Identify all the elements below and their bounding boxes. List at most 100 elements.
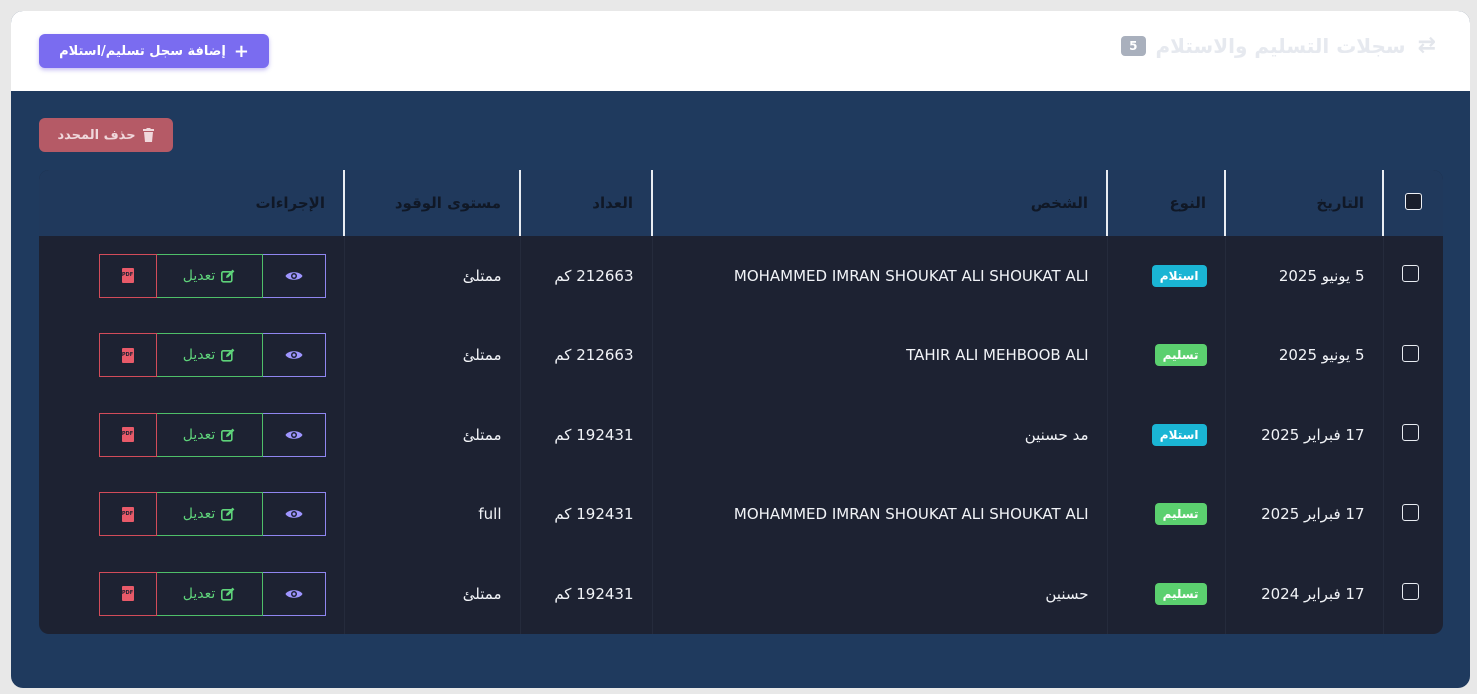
edit-label: تعديل bbox=[182, 267, 216, 284]
edit-icon bbox=[221, 269, 235, 283]
delete-selected-button[interactable]: حذف المحدد bbox=[39, 118, 173, 152]
page-title-text: سجلات التسليم والاستلام bbox=[1155, 33, 1406, 58]
column-fuel: مستوى الوقود bbox=[343, 170, 520, 236]
row-odometer: 192431 كم bbox=[519, 395, 652, 475]
add-record-button[interactable]: + إضافة سجل تسليم/استلام bbox=[39, 34, 269, 68]
pdf-icon: PDF bbox=[121, 427, 134, 443]
row-checkbox[interactable] bbox=[1401, 424, 1419, 442]
row-select-cell bbox=[1382, 554, 1443, 634]
row-fuel: ممتلئ bbox=[343, 236, 520, 316]
edit-button[interactable]: تعديل bbox=[156, 492, 263, 537]
actions-group: PDF تعديل bbox=[39, 412, 326, 457]
edit-icon bbox=[221, 587, 235, 601]
row-actions: PDF تعديل bbox=[39, 316, 344, 396]
row-date: 5 يونيو 2025 bbox=[1224, 315, 1383, 395]
column-actions: الإجراءات bbox=[255, 194, 325, 212]
view-button[interactable] bbox=[262, 333, 326, 378]
delete-selected-label: حذف المحدد bbox=[57, 127, 136, 143]
row-type-cell: استلام bbox=[1106, 395, 1225, 475]
edit-label: تعديل bbox=[182, 426, 216, 443]
pdf-button[interactable]: PDF bbox=[98, 333, 157, 378]
actions-group: PDF تعديل bbox=[39, 333, 326, 378]
row-date: 17 فبراير 2024 bbox=[1224, 554, 1383, 634]
row-person: MOHAMMED IMRAN SHOUKAT ALI SHOUKAT ALI bbox=[651, 236, 1107, 316]
column-type: النوع bbox=[1106, 170, 1225, 236]
view-button[interactable] bbox=[262, 571, 326, 616]
row-fuel: ممتلئ bbox=[343, 315, 520, 395]
edit-icon bbox=[221, 348, 235, 362]
eye-icon bbox=[285, 431, 302, 439]
card-header: ⇄ سجلات التسليم والاستلام 5 + إضافة سجل … bbox=[11, 11, 1470, 91]
row-fuel: full bbox=[343, 474, 520, 554]
type-badge: تسليم bbox=[1154, 503, 1207, 526]
row-checkbox[interactable] bbox=[1401, 583, 1419, 601]
row-checkbox[interactable] bbox=[1401, 503, 1419, 521]
row-select-cell bbox=[1382, 315, 1443, 395]
eye-icon bbox=[285, 272, 302, 280]
records-card: ⇄ سجلات التسليم والاستلام 5 + إضافة سجل … bbox=[11, 11, 1470, 688]
row-date: 17 فبراير 2025 bbox=[1224, 474, 1383, 554]
type-badge: تسليم bbox=[1154, 344, 1207, 367]
type-badge: استلام bbox=[1151, 264, 1207, 287]
row-checkbox[interactable] bbox=[1401, 265, 1419, 283]
pdf-icon: PDF bbox=[121, 506, 134, 522]
row-person: TAHIR ALI MEHBOOB ALI bbox=[651, 315, 1107, 395]
add-record-label: إضافة سجل تسليم/استلام bbox=[59, 43, 226, 59]
edit-button[interactable]: تعديل bbox=[156, 333, 263, 378]
row-select-cell bbox=[1382, 395, 1443, 475]
actions-group: PDF تعديل bbox=[39, 492, 326, 537]
column-odometer: العداد bbox=[519, 170, 652, 236]
records-table: التاريخ النوع الشخص العداد مستوى الوقود … bbox=[39, 170, 1443, 634]
pdf-icon: PDF bbox=[121, 586, 134, 602]
row-actions: PDF تعديل bbox=[39, 236, 344, 316]
pdf-button[interactable]: PDF bbox=[98, 492, 157, 537]
type-badge: استلام bbox=[1151, 423, 1207, 446]
view-button[interactable] bbox=[262, 412, 326, 457]
column-date: التاريخ bbox=[1224, 170, 1383, 236]
table-header-row: التاريخ النوع الشخص العداد مستوى الوقود … bbox=[39, 170, 1443, 236]
eye-icon bbox=[285, 351, 302, 359]
row-odometer: 212663 كم bbox=[519, 315, 652, 395]
trash-icon bbox=[142, 128, 154, 142]
row-actions: PDF تعديل bbox=[39, 475, 344, 555]
row-odometer: 212663 كم bbox=[519, 236, 652, 316]
row-person: مد حسنين bbox=[651, 395, 1107, 475]
pdf-button[interactable]: PDF bbox=[98, 571, 157, 616]
row-date: 17 فبراير 2025 bbox=[1224, 395, 1383, 475]
table-row: 17 فبراير 2025 استلام مد حسنين 192431 كم… bbox=[39, 395, 1443, 475]
row-type-cell: تسليم bbox=[1106, 474, 1225, 554]
column-person: الشخص bbox=[651, 170, 1107, 236]
table-row: 5 يونيو 2025 استلام MOHAMMED IMRAN SHOUK… bbox=[39, 236, 1443, 316]
actions-group: PDF تعديل bbox=[39, 571, 326, 616]
actions-group: PDF تعديل bbox=[39, 253, 326, 298]
edit-button[interactable]: تعديل bbox=[156, 253, 263, 298]
view-button[interactable] bbox=[262, 492, 326, 537]
row-type-cell: استلام bbox=[1106, 236, 1225, 316]
table-row: 17 فبراير 2025 تسليم MOHAMMED IMRAN SHOU… bbox=[39, 474, 1443, 555]
row-checkbox[interactable] bbox=[1401, 344, 1419, 362]
row-person: حسنين bbox=[651, 554, 1107, 634]
select-all-checkbox[interactable] bbox=[1405, 192, 1422, 210]
row-fuel: ممتلئ bbox=[343, 554, 520, 634]
row-odometer: 192431 كم bbox=[519, 474, 652, 554]
edit-button[interactable]: تعديل bbox=[156, 571, 263, 616]
row-odometer: 192431 كم bbox=[519, 554, 652, 634]
row-person: MOHAMMED IMRAN SHOUKAT ALI SHOUKAT ALI bbox=[651, 474, 1107, 554]
table-row: 5 يونيو 2025 تسليم TAHIR ALI MEHBOOB ALI… bbox=[39, 315, 1443, 396]
edit-label: تعديل bbox=[182, 585, 216, 602]
eye-icon bbox=[285, 510, 302, 518]
row-select-cell bbox=[1382, 236, 1443, 316]
row-actions: PDF تعديل bbox=[39, 395, 344, 475]
edit-label: تعديل bbox=[182, 347, 216, 364]
pdf-button[interactable]: PDF bbox=[98, 253, 157, 298]
plus-icon: + bbox=[233, 40, 249, 62]
row-select-cell bbox=[1382, 474, 1443, 554]
edit-button[interactable]: تعديل bbox=[156, 412, 263, 457]
view-button[interactable] bbox=[262, 253, 326, 298]
swap-icon: ⇄ bbox=[1417, 33, 1436, 58]
edit-icon bbox=[221, 507, 235, 521]
row-type-cell: تسليم bbox=[1106, 554, 1225, 634]
pdf-icon: PDF bbox=[121, 268, 134, 284]
row-fuel: ممتلئ bbox=[343, 395, 520, 475]
pdf-button[interactable]: PDF bbox=[98, 412, 157, 457]
